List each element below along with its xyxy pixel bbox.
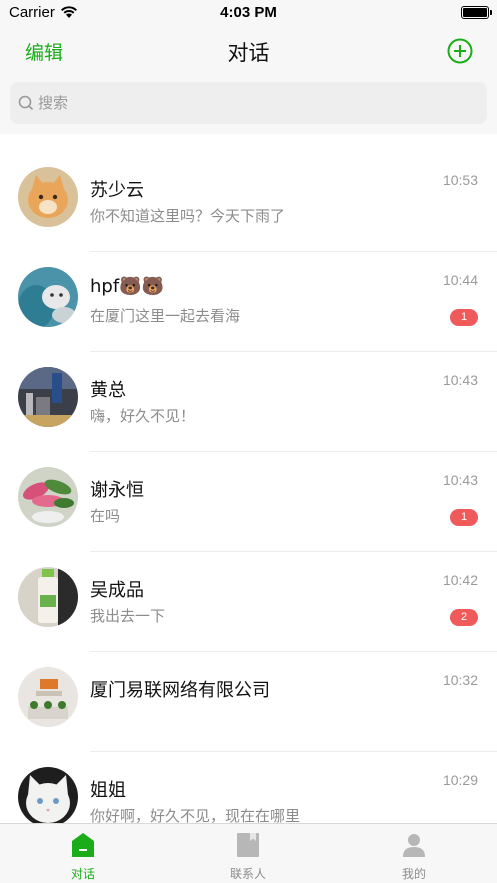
tab-label: 对话	[70, 867, 95, 881]
conversation-preview: 我出去一下	[90, 607, 166, 625]
unread-badge: 1	[450, 509, 478, 526]
unread-badge: 1	[450, 309, 478, 326]
conversation-preview: 在吗	[90, 507, 121, 525]
battery-icon	[461, 6, 492, 19]
avatar	[18, 767, 78, 827]
conversation-name: 姐姐	[90, 780, 126, 801]
conversation-row[interactable]: 厦门易联网络有限公司 10:32	[0, 652, 497, 752]
avatar	[18, 567, 78, 627]
chat-house-icon	[72, 833, 94, 857]
avatar	[18, 367, 78, 427]
avatar	[18, 667, 78, 727]
conversation-row[interactable]: hpf🐻🐻 在厦门这里一起去看海 10:44 1	[0, 252, 497, 352]
conversation-row[interactable]: 黄总 嗨，好久不见！ 10:43	[0, 352, 497, 452]
tab-label: 联系人	[229, 867, 266, 881]
conversation-row[interactable]: 苏少云 你不知道这里吗？今天下雨了 10:53	[0, 152, 497, 252]
conversation-time: 10:32	[442, 672, 478, 688]
conversation-name: 黄总	[90, 380, 126, 401]
status-bar: Carrier 4:03 PM	[0, 0, 497, 26]
conversation-name: 厦门易联网络有限公司	[90, 680, 270, 701]
avatar	[18, 167, 78, 227]
search-bar	[0, 76, 497, 134]
conversation-preview: 嗨，好久不见！	[90, 407, 196, 425]
tab-bar: 对话 联系人 我的	[0, 823, 497, 883]
tab-chats[interactable]: 对话	[0, 824, 166, 883]
person-icon	[403, 834, 425, 857]
conversation-list: 苏少云 你不知道这里吗？今天下雨了 10:53 hpf🐻🐻 在厦门这里一起去看海…	[0, 152, 497, 852]
conversation-time: 10:44	[442, 272, 478, 288]
search-icon	[18, 95, 34, 111]
conversation-row[interactable]: 谢永恒 在吗 10:43 1	[0, 452, 497, 552]
tab-me[interactable]: 我的	[331, 824, 497, 883]
avatar	[18, 467, 78, 527]
conversation-name: 谢永恒	[90, 480, 144, 501]
plus-circle-icon[interactable]	[447, 38, 473, 64]
unread-badge: 2	[450, 609, 478, 626]
status-time: 4:03 PM	[220, 4, 277, 21]
conversation-time: 10:42	[442, 572, 478, 588]
search-box[interactable]	[10, 82, 487, 124]
edit-button[interactable]: 编辑	[25, 38, 63, 65]
conversation-preview: 在厦门这里一起去看海	[90, 307, 241, 325]
tab-label: 我的	[401, 867, 426, 881]
conversation-name: 吴成品	[90, 580, 144, 601]
conversation-time: 10:43	[442, 372, 478, 388]
conversation-name: 苏少云	[90, 180, 144, 201]
contacts-book-icon	[237, 833, 259, 857]
conversation-time: 10:43	[442, 472, 478, 488]
tab-contacts[interactable]: 联系人	[165, 824, 331, 883]
navigation-bar: 编辑 对话	[0, 26, 497, 76]
conversation-preview: 你不知道这里吗？今天下雨了	[90, 207, 286, 225]
avatar	[18, 267, 78, 327]
conversation-time: 10:29	[442, 772, 478, 788]
conversation-row[interactable]: 吴成品 我出去一下 10:42 2	[0, 552, 497, 652]
search-input[interactable]	[38, 82, 478, 124]
page-title: 对话	[227, 41, 270, 65]
conversation-name: hpf🐻🐻	[90, 276, 164, 297]
conversation-time: 10:53	[442, 172, 478, 188]
